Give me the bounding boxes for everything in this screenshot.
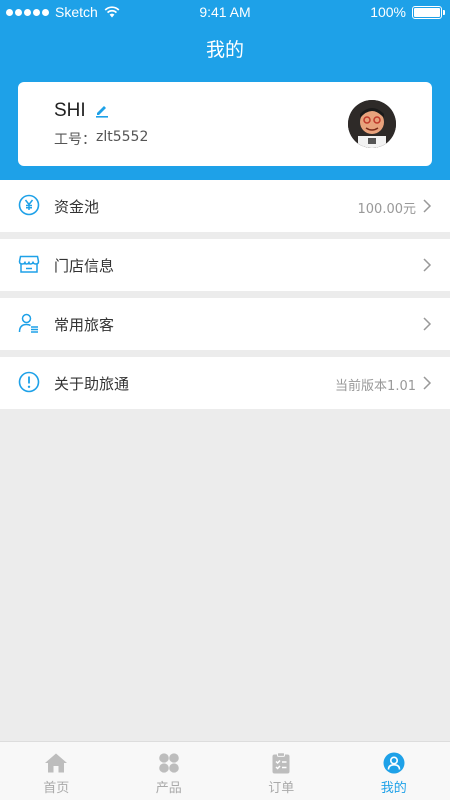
grid-icon [158,753,179,773]
profile-card[interactable]: SHI 工号： zlt5552 [18,82,432,166]
menu-label: 常用旅客 [54,316,115,334]
page-title: 我的 [205,39,244,61]
store-icon [18,255,40,273]
fund-balance: 100.00元 [357,202,417,217]
tab-bar: 首页 产品 订单 我的 [0,741,450,800]
menu-item-frequent-travelers[interactable]: 常用旅客 [0,298,450,350]
tab-label: 产品 [155,781,182,796]
menu-label: 关于助旅通 [54,375,130,393]
user-icon [383,752,405,774]
avatar[interactable] [348,100,396,148]
clipboard-icon [272,752,290,774]
home-icon [45,753,68,773]
chevron-right-icon [423,199,432,213]
tab-mine[interactable]: 我的 [338,742,450,800]
menu-item-about[interactable]: 关于助旅通 当前版本1.01 [0,357,450,409]
tab-label: 我的 [380,781,407,796]
tab-orders[interactable]: 订单 [225,742,338,800]
user-name: SHI [54,100,86,121]
edit-icon[interactable] [94,102,110,118]
employee-id-row: 工号： zlt5552 [54,129,148,149]
menu-item-store-info[interactable]: 门店信息 [0,239,450,291]
app-version: 当前版本1.01 [335,379,416,394]
status-bar: Sketch 9:41 AM 100% [0,0,450,26]
info-icon [18,371,40,393]
header: Sketch 9:41 AM 100% 我的 SHI 工号： zlt5552 [0,0,450,180]
tab-products[interactable]: 产品 [113,742,226,800]
employee-id-label: 工号： [54,132,96,148]
avatar-image [348,100,396,148]
chevron-right-icon [423,258,432,272]
traveler-icon [18,313,38,333]
battery-percent: 100% [370,4,406,20]
menu-label: 资金池 [54,198,100,216]
employee-id-value: zlt5552 [96,129,149,145]
yen-icon [18,194,40,216]
tab-home[interactable]: 首页 [0,742,113,800]
tab-label: 订单 [268,781,295,796]
chevron-right-icon [423,317,432,331]
menu-item-fund-pool[interactable]: 资金池 100.00元 [0,180,450,232]
tab-label: 首页 [43,781,70,796]
battery-icon [412,5,445,19]
chevron-right-icon [423,376,432,390]
status-right: 100% [370,4,445,20]
menu-label: 门店信息 [54,257,115,275]
